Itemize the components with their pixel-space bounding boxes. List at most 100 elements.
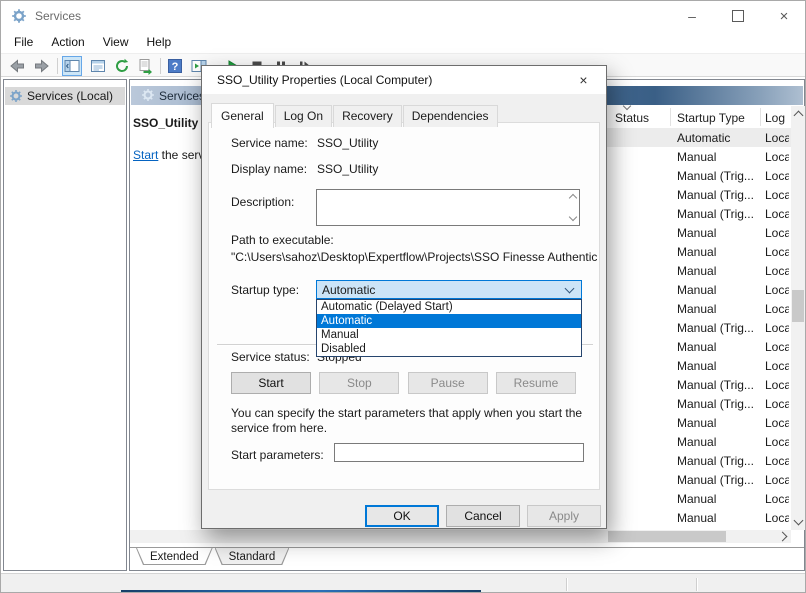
vertical-scrollbar[interactable] [791, 106, 805, 530]
vertical-scroll-thumb[interactable] [792, 290, 804, 322]
cell-log-on-as: Loca [765, 283, 789, 297]
menu-item[interactable]: Action [42, 32, 93, 52]
cell-startup-type: Manual (Trig... [677, 188, 754, 202]
dialog-tab[interactable]: Dependencies [403, 105, 498, 127]
cell-log-on-as: Loca [765, 302, 789, 316]
services-window: Services – × FileActionViewHelp ? Servic… [0, 0, 806, 593]
scroll-down-button[interactable] [791, 514, 805, 530]
service-control-button[interactable]: Pause [408, 372, 488, 394]
start-parameters-input[interactable] [334, 443, 584, 462]
start-parameters-note: You can specify the start parameters tha… [231, 406, 595, 436]
column-header-startup-type[interactable]: Startup Type [677, 111, 745, 125]
forward-button[interactable] [32, 56, 52, 76]
services-app-icon [11, 8, 27, 24]
scroll-up-button[interactable] [791, 106, 805, 122]
textarea-scroll-up-icon[interactable] [569, 194, 577, 202]
refresh-icon [113, 57, 131, 75]
tree-root-label: Services (Local) [27, 89, 113, 103]
dialog-tab[interactable]: General [211, 103, 274, 128]
cell-log-on-as: Loca [765, 473, 789, 487]
dialog-tab[interactable]: Log On [275, 105, 332, 127]
textarea-scroll-down-icon[interactable] [569, 213, 577, 221]
cancel-button[interactable]: Cancel [446, 505, 520, 527]
ok-button[interactable]: OK [365, 505, 439, 527]
horizontal-scroll-thumb[interactable] [608, 531, 726, 542]
startup-type-label: Startup type: [231, 283, 299, 297]
properties-icon [89, 57, 107, 75]
view-tab[interactable]: Standard [215, 548, 290, 565]
properties-dialog: SSO_Utility Properties (Local Computer) … [201, 65, 607, 529]
scroll-right-button[interactable] [775, 530, 791, 543]
services-node-icon [9, 89, 23, 103]
dialog-tabs: GeneralLog OnRecoveryDependencies [211, 103, 499, 127]
service-control-button[interactable]: Start [231, 372, 311, 394]
maximize-icon [732, 10, 744, 22]
cell-startup-type: Manual [677, 150, 716, 164]
cell-startup-type: Manual [677, 340, 716, 354]
chevron-right-icon [777, 532, 787, 542]
combobox-value: Automatic [322, 283, 375, 297]
cell-log-on-as: Loca [765, 188, 789, 202]
service-status-label: Service status: [231, 350, 310, 364]
dropdown-option[interactable]: Automatic [317, 314, 581, 328]
dropdown-option[interactable]: Disabled [317, 342, 581, 356]
view-tabs: Extended Standard [136, 548, 291, 566]
cell-startup-type: Manual [677, 283, 716, 297]
close-button[interactable]: × [761, 1, 806, 31]
dropdown-option[interactable]: Automatic (Delayed Start) [317, 300, 581, 314]
cell-startup-type: Manual (Trig... [677, 473, 754, 487]
cell-startup-type: Manual [677, 416, 716, 430]
cell-startup-type: Manual [677, 511, 716, 525]
view-tab[interactable]: Extended [136, 548, 213, 565]
apply-button[interactable]: Apply [527, 505, 601, 527]
maximize-button[interactable] [715, 1, 761, 31]
back-button[interactable] [7, 56, 27, 76]
properties-button[interactable] [88, 56, 108, 76]
menu-item[interactable]: Help [138, 32, 181, 52]
minimize-button[interactable]: – [669, 1, 715, 31]
tree-item-services-local[interactable]: Services (Local) [5, 87, 125, 105]
startup-type-dropdown-list: Automatic (Delayed Start)AutomaticManual… [316, 299, 582, 357]
menu-item[interactable]: File [5, 32, 42, 52]
horizontal-scrollbar[interactable] [130, 530, 791, 543]
refresh-button[interactable] [112, 56, 132, 76]
cell-log-on-as: Loca [765, 416, 789, 430]
cell-startup-type: Manual (Trig... [677, 454, 754, 468]
cell-startup-type: Manual [677, 435, 716, 449]
selected-service-title: SSO_Utility [133, 116, 198, 130]
help-button[interactable]: ? [165, 56, 185, 76]
dialog-tab[interactable]: Recovery [333, 105, 402, 127]
description-textarea[interactable] [316, 189, 580, 226]
dialog-titlebar: SSO_Utility Properties (Local Computer) … [202, 66, 606, 94]
service-control-button[interactable]: Stop [319, 372, 399, 394]
export-list-button[interactable] [136, 56, 156, 76]
cell-startup-type: Manual (Trig... [677, 321, 754, 335]
dialog-title: SSO_Utility Properties (Local Computer) [217, 73, 432, 87]
cell-log-on-as: Loca [765, 378, 789, 392]
menu-bar: FileActionViewHelp [1, 31, 805, 53]
service-control-buttons: Start Stop Pause Resume [231, 372, 576, 394]
dialog-close-icon: × [579, 72, 587, 88]
chevron-up-icon [793, 111, 803, 121]
export-list-icon [137, 57, 155, 75]
dialog-footer: OK Cancel Apply [202, 505, 606, 529]
column-header-log-on-as[interactable]: Log [765, 111, 785, 125]
window-title: Services [35, 9, 81, 23]
menu-item[interactable]: View [94, 32, 138, 52]
console-tree-toggle-button[interactable] [62, 56, 82, 76]
startup-type-combobox[interactable]: Automatic [316, 280, 582, 299]
close-icon: × [780, 8, 789, 25]
cell-startup-type: Manual [677, 359, 716, 373]
general-tab-panel: Service name: SSO_Utility Display name: … [208, 122, 600, 490]
cell-startup-type: Manual [677, 245, 716, 259]
service-control-button[interactable]: Resume [496, 372, 576, 394]
dialog-close-button[interactable]: × [561, 66, 606, 94]
cell-startup-type: Automatic [677, 131, 730, 145]
cell-startup-type: Manual (Trig... [677, 397, 754, 411]
path-label: Path to executable: [231, 233, 334, 247]
dropdown-option[interactable]: Manual [317, 328, 581, 342]
column-header-status[interactable]: Status [615, 111, 649, 125]
cell-log-on-as: Loca [765, 169, 789, 183]
start-service-link[interactable]: Start [133, 148, 158, 162]
console-tree-icon [63, 57, 81, 75]
